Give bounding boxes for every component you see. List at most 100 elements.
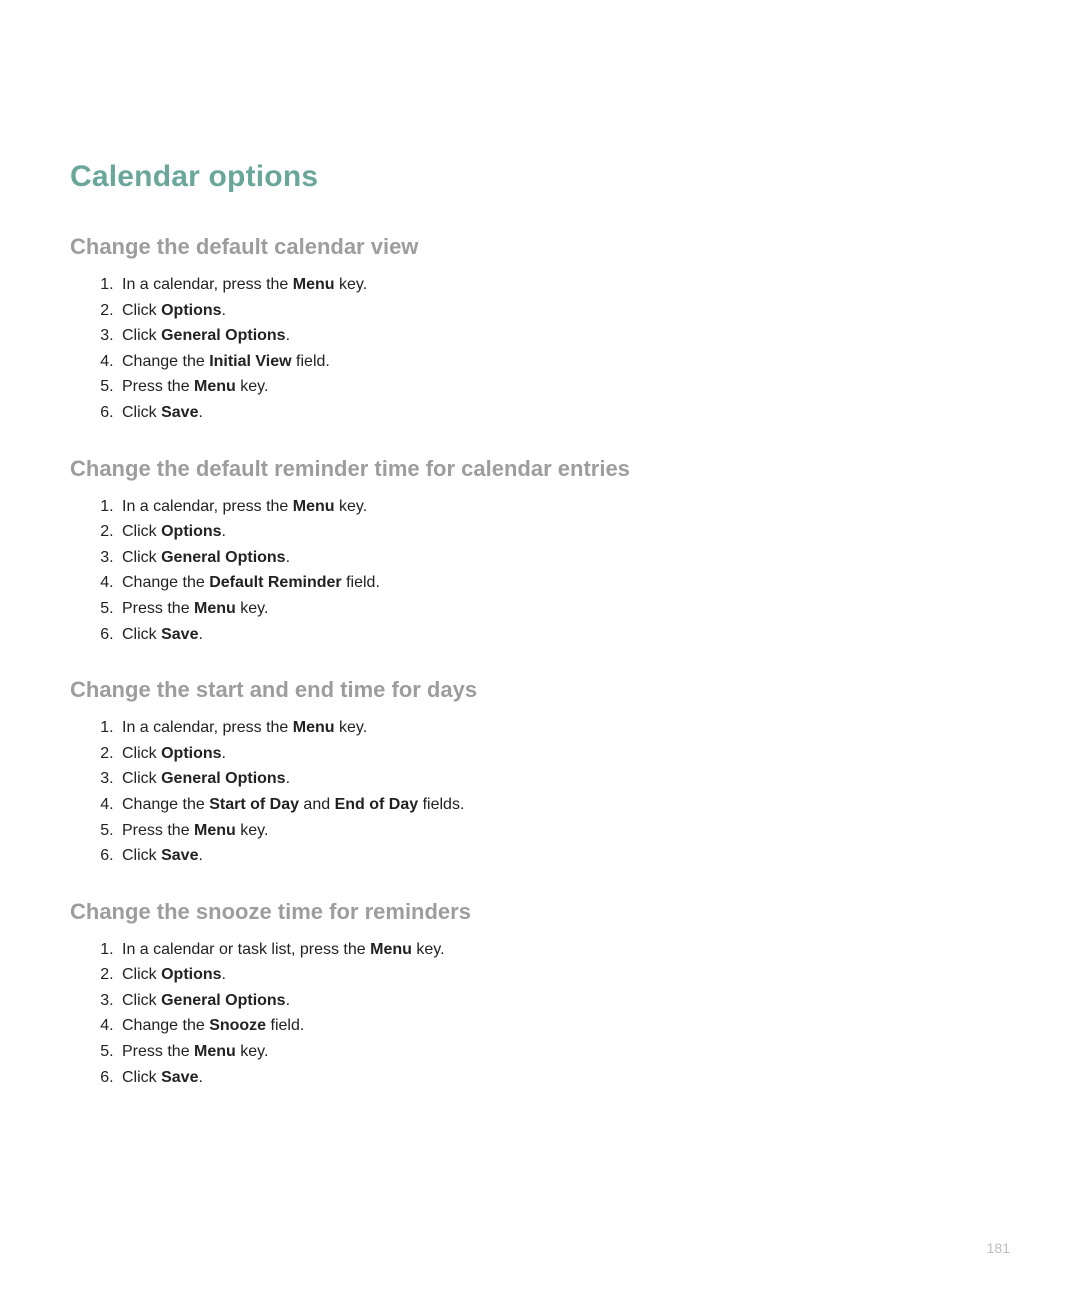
page: Calendar options Change the default cale…: [0, 0, 1080, 1296]
step-text: .: [286, 327, 290, 344]
step-bold-text: General Options: [161, 327, 285, 344]
step-text: .: [222, 302, 226, 319]
step-item: Click Save.: [118, 843, 1010, 869]
steps-list: In a calendar, press the Menu key.Click …: [70, 272, 1010, 426]
step-text: Press the: [122, 822, 194, 839]
step-text: Click: [122, 847, 161, 864]
step-text: In a calendar, press the: [122, 276, 293, 293]
step-text: .: [198, 626, 202, 643]
step-text: Click: [122, 992, 161, 1009]
step-bold-text: Initial View: [209, 353, 291, 370]
page-number: 181: [987, 1240, 1010, 1256]
step-item: Change the Initial View field.: [118, 349, 1010, 375]
step-bold-text: Menu: [194, 600, 236, 617]
step-item: In a calendar, press the Menu key.: [118, 715, 1010, 741]
step-text: Press the: [122, 378, 194, 395]
step-text: Click: [122, 327, 161, 344]
step-item: Click General Options.: [118, 766, 1010, 792]
step-bold-text: Options: [161, 966, 221, 983]
step-bold-text: Menu: [293, 719, 335, 736]
step-text: key.: [335, 719, 368, 736]
step-item: Change the Default Reminder field.: [118, 570, 1010, 596]
step-item: Press the Menu key.: [118, 374, 1010, 400]
step-bold-text: General Options: [161, 549, 285, 566]
step-text: key.: [236, 1043, 269, 1060]
step-item: Click Save.: [118, 400, 1010, 426]
step-bold-text: Menu: [293, 276, 335, 293]
step-text: field.: [342, 574, 380, 591]
step-text: .: [222, 523, 226, 540]
step-text: key.: [412, 941, 445, 958]
step-bold-text: Options: [161, 523, 221, 540]
step-text: key.: [335, 276, 368, 293]
step-item: In a calendar, press the Menu key.: [118, 494, 1010, 520]
step-item: Click Save.: [118, 1065, 1010, 1091]
step-text: Change the: [122, 353, 209, 370]
step-text: Click: [122, 966, 161, 983]
step-text: .: [222, 966, 226, 983]
step-item: Press the Menu key.: [118, 596, 1010, 622]
subsection-title: Change the snooze time for reminders: [70, 899, 1010, 925]
step-text: .: [286, 770, 290, 787]
step-bold-text: Default Reminder: [209, 574, 341, 591]
step-item: Click General Options.: [118, 988, 1010, 1014]
step-text: In a calendar, press the: [122, 719, 293, 736]
step-text: key.: [236, 600, 269, 617]
step-bold-text: Start of Day: [209, 796, 299, 813]
step-item: Change the Snooze field.: [118, 1013, 1010, 1039]
step-text: Click: [122, 770, 161, 787]
step-item: Click General Options.: [118, 545, 1010, 571]
step-text: field.: [292, 353, 330, 370]
step-item: Click Options.: [118, 298, 1010, 324]
step-bold-text: General Options: [161, 770, 285, 787]
step-bold-text: Snooze: [209, 1017, 266, 1034]
step-text: .: [198, 1069, 202, 1086]
subsection-title: Change the default reminder time for cal…: [70, 456, 1010, 482]
step-text: Click: [122, 404, 161, 421]
step-text: .: [286, 549, 290, 566]
step-item: In a calendar, press the Menu key.: [118, 272, 1010, 298]
step-text: Click: [122, 745, 161, 762]
step-text: Press the: [122, 1043, 194, 1060]
step-text: .: [222, 745, 226, 762]
step-text: fields.: [418, 796, 464, 813]
step-text: key.: [335, 498, 368, 515]
step-text: In a calendar or task list, press the: [122, 941, 370, 958]
step-bold-text: Menu: [194, 1043, 236, 1060]
step-text: key.: [236, 822, 269, 839]
step-text: Change the: [122, 1017, 209, 1034]
step-item: Click Save.: [118, 622, 1010, 648]
step-text: key.: [236, 378, 269, 395]
step-text: Click: [122, 523, 161, 540]
step-bold-text: Save: [161, 626, 198, 643]
step-bold-text: Menu: [194, 378, 236, 395]
step-text: Click: [122, 1069, 161, 1086]
step-text: Change the: [122, 796, 209, 813]
step-bold-text: Save: [161, 1069, 198, 1086]
steps-list: In a calendar, press the Menu key.Click …: [70, 715, 1010, 869]
step-bold-text: Save: [161, 404, 198, 421]
step-text: Click: [122, 549, 161, 566]
step-bold-text: General Options: [161, 992, 285, 1009]
step-item: Click Options.: [118, 741, 1010, 767]
step-text: Click: [122, 302, 161, 319]
step-bold-text: Menu: [293, 498, 335, 515]
step-text: .: [198, 404, 202, 421]
step-text: field.: [266, 1017, 304, 1034]
step-item: In a calendar or task list, press the Me…: [118, 937, 1010, 963]
step-text: In a calendar, press the: [122, 498, 293, 515]
step-bold-text: Menu: [370, 941, 412, 958]
step-text: .: [198, 847, 202, 864]
steps-list: In a calendar, press the Menu key. Click …: [70, 494, 1010, 648]
steps-list: In a calendar or task list, press the Me…: [70, 937, 1010, 1091]
step-item: Click General Options.: [118, 323, 1010, 349]
step-text: Press the: [122, 600, 194, 617]
step-text: Change the: [122, 574, 209, 591]
step-text: Click: [122, 626, 161, 643]
subsections-container: Change the default calendar viewIn a cal…: [70, 234, 1010, 1090]
step-item: Click Options.: [118, 962, 1010, 988]
section-title: Calendar options: [70, 160, 1010, 194]
step-item: Change the Start of Day and End of Day f…: [118, 792, 1010, 818]
step-item: Press the Menu key.: [118, 818, 1010, 844]
step-bold-text: Save: [161, 847, 198, 864]
